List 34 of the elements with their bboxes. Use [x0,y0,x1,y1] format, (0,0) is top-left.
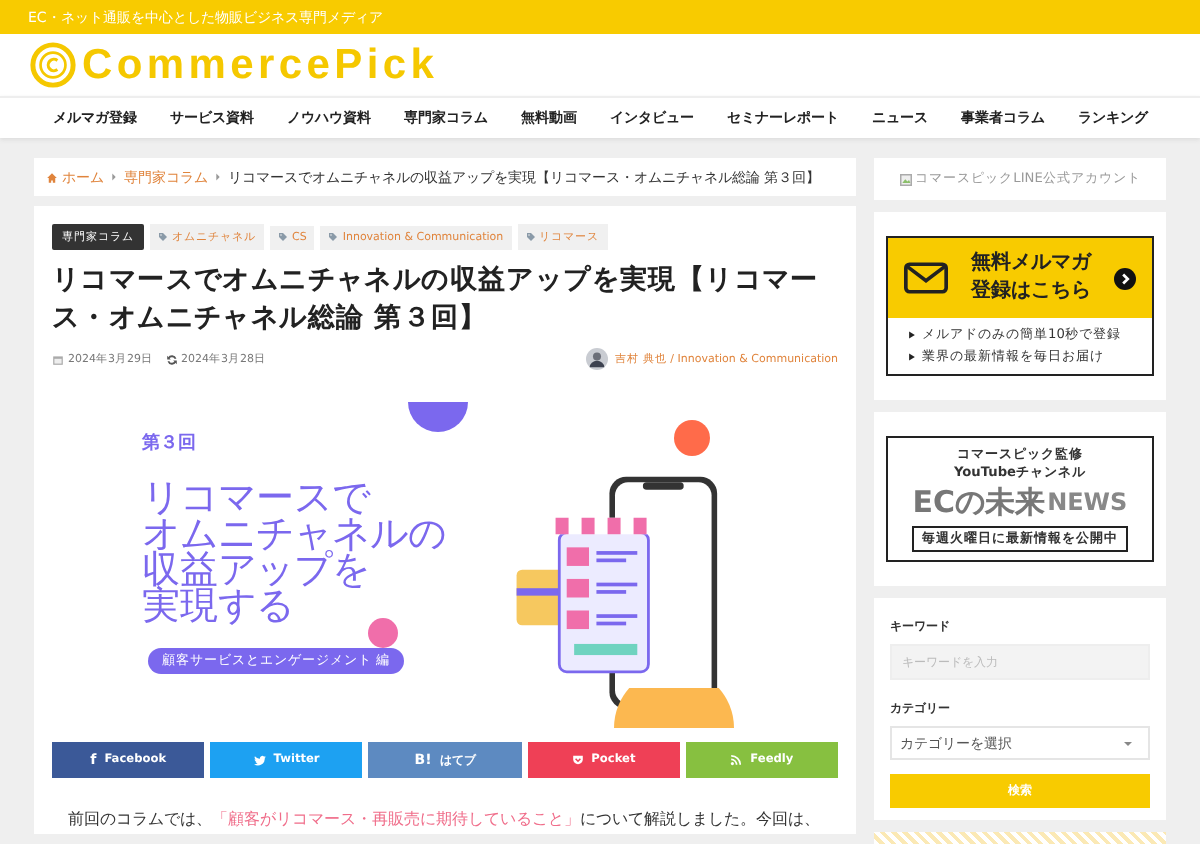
circle-drawing [674,420,710,456]
triangle-icon [908,352,916,362]
banner-headline-line: 実現する [142,588,294,624]
broken-image-icon [899,173,912,185]
avatar-icon [585,348,608,370]
arrow-circle-icon [1114,267,1136,289]
tag-icon [328,232,339,242]
half-circle-drawing [408,402,468,434]
banner-headline-line: 収益アップを [142,552,370,588]
channel-logo-suffix: NEWS [1047,488,1128,516]
copyright-circle-icon [30,42,76,88]
banner-headline-line: オムニチャネルの [142,516,446,552]
episode-label: 第３回 [142,431,198,456]
rss-icon [730,754,743,766]
chevron-icon [214,172,222,182]
circle-drawing [368,618,398,648]
envelope-icon [904,262,948,294]
home-icon [46,171,58,183]
chevron-icon [110,172,118,182]
bird-icon [253,754,266,766]
banner-title-line: 登録はこちら [971,278,1091,306]
article-title: リコマースでオムニチャネルの収益アップを実現【リコマース・オムニチャネル総論 第３回】 [52,262,821,338]
dropdown-caret-icon [1124,741,1132,745]
tag-icon [278,232,288,242]
triangle-icon [908,330,916,340]
refresh-icon [165,353,177,365]
banner-title-line: 無料メルマガ [971,250,1091,278]
pocket-icon [571,754,584,766]
calendar-icon [52,353,64,365]
banner-headline-line: リコマースで [142,480,370,516]
tag-icon [158,232,168,242]
channel-logo: ECの未来 [912,484,1046,522]
half-circle-drawing [612,688,736,728]
tag-icon [525,232,536,242]
